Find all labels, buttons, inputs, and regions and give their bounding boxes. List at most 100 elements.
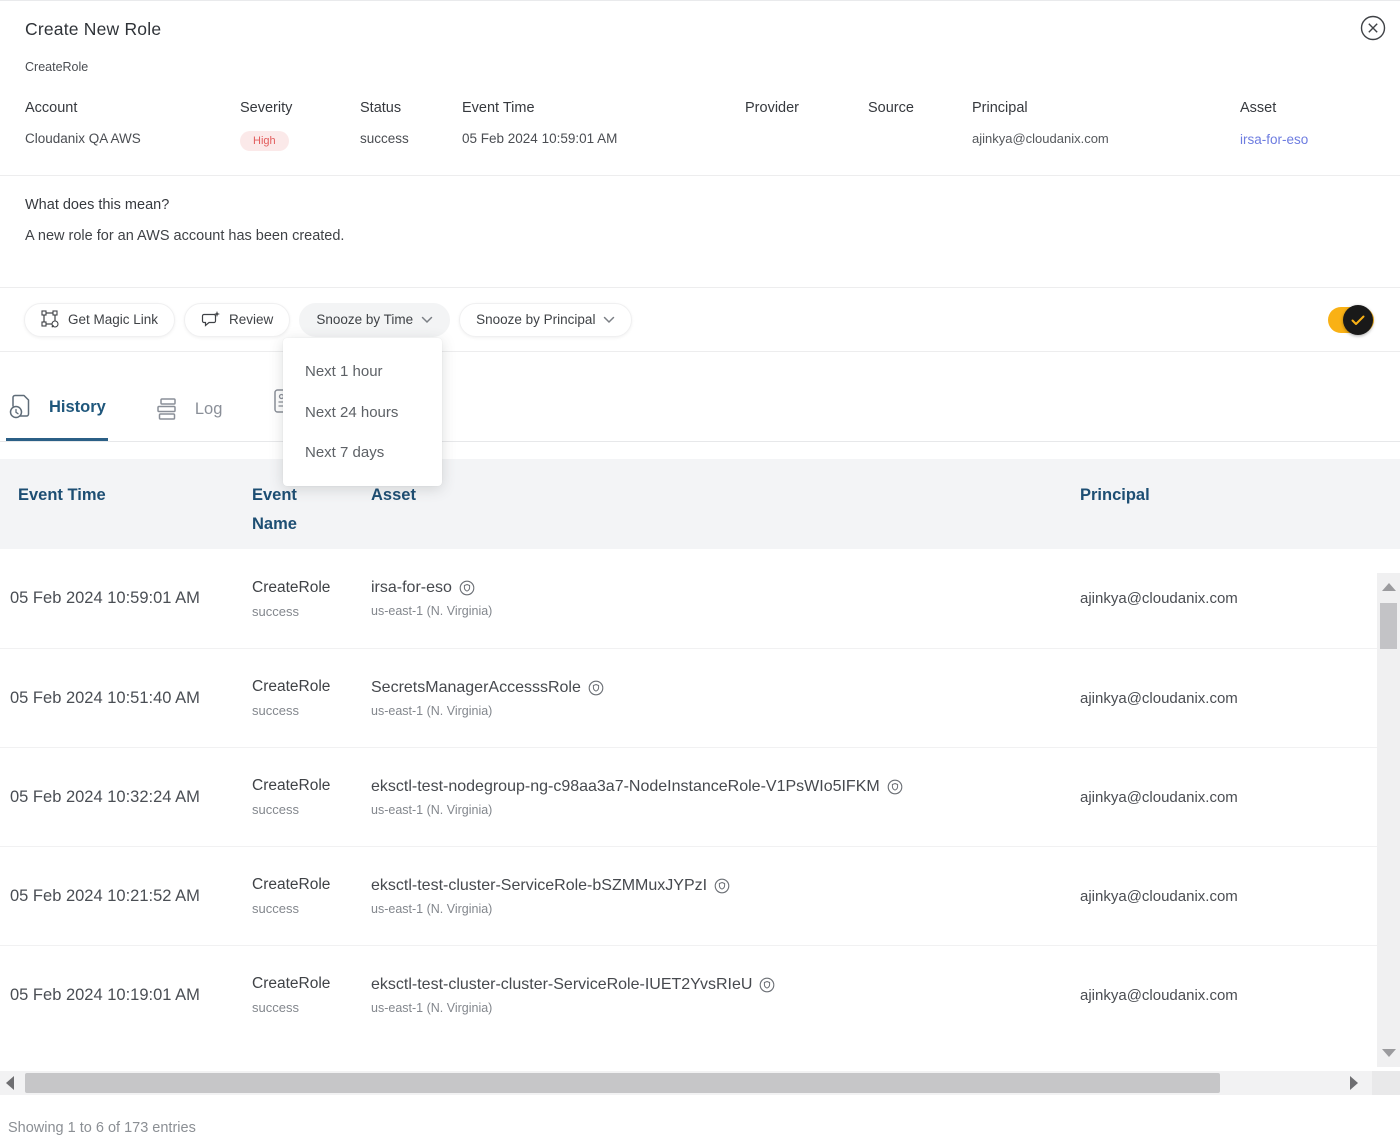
row-asset-name: eksctl-test-nodegroup-ng-c98aa3a7-NodeIn… bbox=[371, 778, 880, 796]
row-asset-name: eksctl-test-cluster-cluster-ServiceRole-… bbox=[371, 976, 752, 994]
meta-account-value: Cloudanix QA AWS bbox=[25, 131, 240, 146]
snooze-by-time-button[interactable]: Snooze by Time bbox=[299, 303, 450, 337]
row-event-time: 05 Feb 2024 10:51:40 AM bbox=[0, 689, 252, 708]
row-event-time: 05 Feb 2024 10:21:52 AM bbox=[0, 887, 252, 906]
meta-principal-label: Principal bbox=[972, 100, 1240, 116]
row-principal: ajinkya@cloudanix.com bbox=[1080, 987, 1400, 1004]
close-button[interactable] bbox=[1359, 14, 1387, 42]
row-asset-region: us-east-1 (N. Virginia) bbox=[371, 704, 1080, 718]
close-icon bbox=[1359, 14, 1387, 42]
snooze-by-time-menu: Next 1 hour Next 24 hours Next 7 days bbox=[283, 338, 442, 486]
row-asset-region: us-east-1 (N. Virginia) bbox=[371, 1001, 1080, 1015]
shield-circle-icon[interactable] bbox=[714, 878, 730, 894]
horizontal-scroll-thumb[interactable] bbox=[25, 1073, 1220, 1093]
chevron-down-icon bbox=[603, 316, 615, 324]
review-label: Review bbox=[229, 312, 273, 327]
notification-toggle[interactable] bbox=[1328, 307, 1374, 333]
tab-history[interactable]: History bbox=[6, 393, 108, 441]
row-event-status: success bbox=[252, 901, 371, 916]
row-asset-name: SecretsManagerAccesssRole bbox=[371, 679, 581, 697]
menu-item-next-1-hour[interactable]: Next 1 hour bbox=[283, 364, 442, 379]
row-asset-cell: SecretsManagerAccesssRole us-east-1 (N. … bbox=[371, 679, 1080, 718]
scroll-up-arrow[interactable] bbox=[1382, 583, 1396, 591]
tab-log[interactable]: Log bbox=[154, 397, 225, 441]
table-row[interactable]: 05 Feb 2024 10:32:24 AM CreateRole succe… bbox=[0, 747, 1400, 846]
menu-item-next-24-hours[interactable]: Next 24 hours bbox=[283, 405, 442, 420]
row-asset-cell: irsa-for-eso us-east-1 (N. Virginia) bbox=[371, 579, 1080, 618]
history-table-body: 05 Feb 2024 10:59:01 AM CreateRole succe… bbox=[0, 549, 1400, 1044]
row-principal: ajinkya@cloudanix.com bbox=[1080, 590, 1400, 607]
action-bar: Get Magic Link Review Snooze by Time Sno… bbox=[0, 288, 1400, 352]
snooze-by-principal-label: Snooze by Principal bbox=[476, 312, 595, 327]
table-row[interactable]: 05 Feb 2024 10:51:40 AM CreateRole succe… bbox=[0, 648, 1400, 747]
meta-event-time-value: 05 Feb 2024 10:59:01 AM bbox=[462, 131, 745, 146]
entries-summary: Showing 1 to 6 of 173 entries bbox=[8, 1120, 196, 1136]
vertical-scrollbar[interactable] bbox=[1377, 573, 1400, 1067]
meta-event-time: Event Time 05 Feb 2024 10:59:01 AM bbox=[462, 100, 745, 151]
scrollbar-corner bbox=[1372, 1071, 1400, 1095]
menu-item-next-7-days[interactable]: Next 7 days bbox=[283, 445, 442, 460]
row-asset-cell: eksctl-test-cluster-cluster-ServiceRole-… bbox=[371, 976, 1080, 1015]
get-magic-link-label: Get Magic Link bbox=[68, 312, 158, 327]
meta-source-label: Source bbox=[868, 100, 972, 116]
tab-history-label: History bbox=[49, 398, 106, 417]
row-asset-cell: eksctl-test-nodegroup-ng-c98aa3a7-NodeIn… bbox=[371, 778, 1080, 817]
snooze-by-principal-button[interactable]: Snooze by Principal bbox=[459, 303, 632, 337]
table-row[interactable]: 05 Feb 2024 10:19:01 AM CreateRole succe… bbox=[0, 945, 1400, 1044]
meta-provider-label: Provider bbox=[745, 100, 868, 116]
description-section: What does this mean? A new role for an A… bbox=[0, 176, 1400, 287]
get-magic-link-button[interactable]: Get Magic Link bbox=[24, 303, 175, 337]
meta-status-label: Status bbox=[360, 100, 462, 116]
column-header-event-time: Event Time bbox=[0, 481, 252, 549]
row-asset-region: us-east-1 (N. Virginia) bbox=[371, 803, 1080, 817]
magic-link-icon bbox=[41, 310, 60, 329]
row-asset-name: eksctl-test-cluster-ServiceRole-bSZMMuxJ… bbox=[371, 877, 707, 895]
row-event-time: 05 Feb 2024 10:32:24 AM bbox=[0, 788, 252, 807]
scroll-down-arrow[interactable] bbox=[1382, 1049, 1396, 1057]
shield-circle-icon[interactable] bbox=[759, 977, 775, 993]
row-event-status: success bbox=[252, 802, 371, 817]
scroll-right-arrow[interactable] bbox=[1350, 1076, 1358, 1090]
table-row[interactable]: 05 Feb 2024 10:21:52 AM CreateRole succe… bbox=[0, 846, 1400, 945]
vertical-scroll-thumb[interactable] bbox=[1380, 603, 1397, 649]
row-event-name-cell: CreateRole success bbox=[252, 579, 371, 619]
row-asset-cell: eksctl-test-cluster-ServiceRole-bSZMMuxJ… bbox=[371, 877, 1080, 916]
status-value: success bbox=[360, 131, 462, 146]
asset-link[interactable]: irsa-for-eso bbox=[1240, 132, 1308, 147]
tab-bar: History Log bbox=[0, 352, 1400, 442]
row-event-status: success bbox=[252, 1000, 371, 1015]
meta-principal-value: ajinkya@cloudanix.com bbox=[972, 131, 1240, 146]
checkmark-icon bbox=[1351, 315, 1365, 326]
column-header-asset: Asset bbox=[371, 481, 1080, 549]
row-principal: ajinkya@cloudanix.com bbox=[1080, 789, 1400, 806]
page-title: Create New Role bbox=[25, 19, 1376, 40]
shield-circle-icon[interactable] bbox=[588, 680, 604, 696]
shield-circle-icon[interactable] bbox=[887, 779, 903, 795]
row-principal: ajinkya@cloudanix.com bbox=[1080, 690, 1400, 707]
row-event-name-cell: CreateRole success bbox=[252, 975, 371, 1015]
row-event-name-cell: CreateRole success bbox=[252, 678, 371, 718]
row-event-name-cell: CreateRole success bbox=[252, 777, 371, 817]
row-asset-region: us-east-1 (N. Virginia) bbox=[371, 902, 1080, 916]
description-heading: What does this mean? bbox=[25, 197, 1376, 213]
meta-severity: Severity High bbox=[240, 100, 360, 151]
event-type-subtitle: CreateRole bbox=[25, 60, 1376, 74]
scroll-left-arrow[interactable] bbox=[6, 1076, 14, 1090]
meta-source: Source bbox=[868, 100, 972, 151]
review-comment-icon bbox=[201, 310, 221, 329]
review-button[interactable]: Review bbox=[184, 303, 290, 337]
meta-provider: Provider bbox=[745, 100, 868, 151]
horizontal-scrollbar[interactable] bbox=[0, 1071, 1372, 1095]
column-header-principal: Principal bbox=[1080, 481, 1400, 549]
shield-circle-icon[interactable] bbox=[459, 580, 475, 596]
meta-asset: Asset irsa-for-eso bbox=[1240, 100, 1376, 151]
row-event-name: CreateRole bbox=[252, 678, 371, 696]
row-event-time: 05 Feb 2024 10:19:01 AM bbox=[0, 986, 252, 1005]
table-row[interactable]: 05 Feb 2024 10:59:01 AM CreateRole succe… bbox=[0, 549, 1400, 648]
meta-event-time-label: Event Time bbox=[462, 100, 745, 116]
event-detail-modal: Create New Role CreateRole Account Cloud… bbox=[0, 0, 1400, 1147]
chevron-down-icon bbox=[421, 316, 433, 324]
row-event-status: success bbox=[252, 604, 371, 619]
row-event-name: CreateRole bbox=[252, 975, 371, 993]
meta-asset-label: Asset bbox=[1240, 100, 1376, 116]
